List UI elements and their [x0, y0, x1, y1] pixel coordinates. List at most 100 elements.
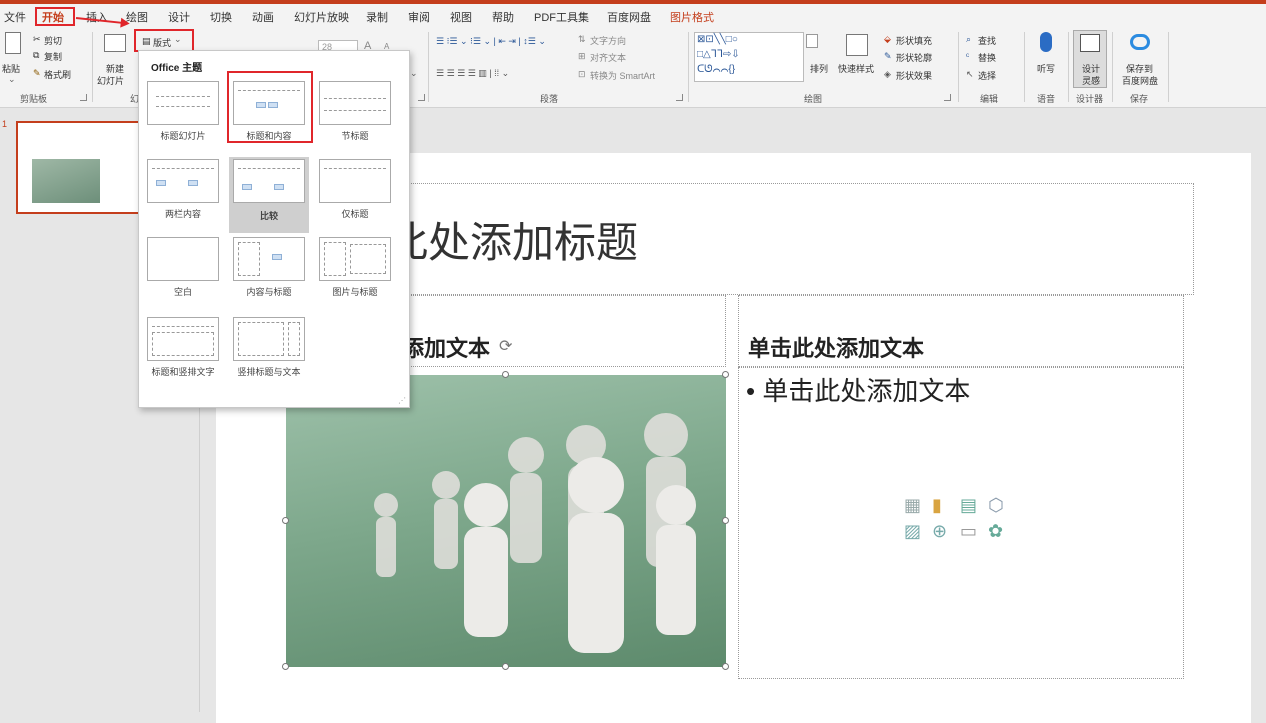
right-heading-text[interactable]: 单击此处添加文本 [748, 331, 924, 363]
people-picture[interactable] [286, 375, 726, 667]
layout-thumb [147, 317, 219, 361]
shape-effects-button[interactable]: 形状效果 [896, 69, 932, 82]
tab-record[interactable]: 录制 [366, 9, 388, 25]
separator [1168, 32, 1169, 102]
layout-option-blank-label: 空白 [173, 287, 192, 297]
tab-insert[interactable]: 插入 [86, 9, 108, 25]
tab-animations[interactable]: 动画 [252, 9, 274, 25]
tab-design[interactable]: 设计 [168, 9, 190, 25]
insert-smartart-icon[interactable]: ▤ [960, 495, 977, 516]
shapes-row3-icons[interactable]: ᑕᘎ⌒⌒{} [697, 64, 735, 75]
insert-picture-icon[interactable]: ▨ [904, 521, 921, 542]
text-direction-button[interactable]: 文字方向 [590, 34, 626, 47]
dictate-button[interactable]: 听写 [1037, 62, 1055, 75]
layout-thumb [233, 317, 305, 361]
insert-online-picture-icon[interactable]: ⊕ [932, 521, 947, 542]
shapes-row1-icons[interactable]: ⊠⊡╲╲□○ [697, 34, 738, 45]
copy-button[interactable]: 复制 [44, 50, 62, 63]
resize-handle-bottom-left[interactable] [282, 663, 289, 670]
paragraph-group-label: 段落 [540, 94, 559, 104]
layout-option-picture-with-caption[interactable] [315, 235, 395, 285]
slide-thumbnail[interactable] [16, 121, 144, 214]
quick-styles-button[interactable]: 快速样式 [838, 62, 874, 75]
layout-option-two-content[interactable] [143, 157, 223, 207]
tab-baidu-pan[interactable]: 百度网盘 [607, 9, 651, 25]
tab-view[interactable]: 视图 [450, 9, 472, 25]
tab-picture-format[interactable]: 图片格式 [670, 9, 714, 25]
paragraph-launcher-icon[interactable] [676, 94, 683, 101]
shape-outline-button[interactable]: 形状轮廓 [896, 51, 932, 64]
resize-handle-top-right[interactable] [722, 371, 729, 378]
bullets-icon[interactable]: ☰ ⁝☰ ⌄ ⁝☰ ⌄ | ⇤ ⇥ | ↕☰ ⌄ [436, 36, 546, 47]
save-group-label: 保存 [1130, 94, 1149, 104]
resize-handle-top[interactable] [502, 371, 509, 378]
dashed-box [288, 322, 300, 356]
layout-option-title-vertical-text-label: 标题和竖排文字 [151, 367, 215, 377]
resize-handle-bottom[interactable] [502, 663, 509, 670]
new-slide-button-line2[interactable]: 幻灯片 [97, 74, 124, 87]
drawing-launcher-icon[interactable] [944, 94, 951, 101]
insert-3d-model-icon[interactable]: ⬡ [988, 495, 1004, 516]
menu-resize-grip-icon[interactable]: ⋰ [398, 396, 406, 405]
format-painter-icon: ✎ [33, 68, 41, 78]
layout-thumb [233, 237, 305, 281]
tab-review[interactable]: 审阅 [408, 9, 430, 25]
tab-transitions[interactable]: 切换 [210, 9, 232, 25]
clipboard-group-label: 剪贴板 [20, 94, 48, 104]
save-to-button-line2[interactable]: 百度网盘 [1122, 74, 1158, 87]
resize-handle-bottom-right[interactable] [722, 663, 729, 670]
select-button[interactable]: 选择 [978, 69, 996, 82]
arrange-button[interactable]: 排列 [810, 62, 828, 75]
new-slide-icon[interactable] [104, 34, 126, 52]
tab-slideshow[interactable]: 幻灯片放映 [294, 9, 349, 25]
layout-option-content-with-caption[interactable] [229, 235, 309, 285]
layout-option-title-vertical-text[interactable] [143, 315, 223, 365]
align-icons[interactable]: ☰ ☰ ☰ ☰ ▥ | ⁞⁞ ⌄ [436, 68, 509, 79]
quick-styles-icon[interactable] [846, 34, 868, 56]
people-figures [374, 413, 696, 653]
mini-icon [156, 180, 166, 186]
align-text-icon: ⊞ [578, 51, 586, 61]
slide-title[interactable]: 此处添加标题 [386, 209, 638, 270]
arrange-icon[interactable] [806, 34, 818, 48]
insert-video-icon[interactable]: ▭ [960, 521, 977, 542]
shape-fill-button[interactable]: 形状填充 [896, 34, 932, 47]
left-heading-text[interactable]: 添加文本 [402, 331, 490, 363]
shapes-row2-icons[interactable]: □△ᒣᒣ⇨⇩ [697, 49, 740, 60]
rotate-handle-icon[interactable]: ⟳ [499, 336, 512, 356]
resize-handle-left[interactable] [282, 517, 289, 524]
slide-number: 1 [2, 119, 8, 129]
resize-handle-right[interactable] [722, 517, 729, 524]
tab-file[interactable]: 文件 [4, 9, 26, 25]
layout-option-picture-with-caption-label: 图片与标题 [332, 287, 378, 297]
thumbnail-picture [32, 159, 100, 203]
tab-pdf-tools[interactable]: PDF工具集 [534, 9, 589, 25]
layout-option-vertical-title-text[interactable] [229, 315, 309, 365]
layout-option-section-header-label: 节标题 [341, 131, 369, 141]
format-painter-button[interactable]: 格式刷 [44, 68, 71, 81]
layout-thumb [319, 81, 391, 125]
paste-dropdown-icon[interactable]: ⌄ [8, 74, 16, 85]
layout-option-blank[interactable] [143, 235, 223, 285]
clipboard-launcher-icon[interactable] [80, 94, 87, 101]
baidu-pan-icon[interactable] [1130, 34, 1150, 50]
insert-table-icon[interactable]: ▦ [904, 495, 921, 516]
cut-button[interactable]: 剪切 [44, 34, 62, 47]
insert-chart-icon[interactable]: ▮ [932, 495, 942, 516]
align-text-button[interactable]: 对齐文本 [590, 51, 626, 64]
dashed-line [324, 110, 386, 111]
font-launcher-icon[interactable] [418, 94, 425, 101]
replace-button[interactable]: 替换 [978, 51, 996, 64]
layout-dropdown-menu: Office 主题 标题幻灯片 标题和内容 节标题 两栏内容 比较 仅标题 空白… [138, 50, 410, 408]
dashed-box [152, 332, 214, 356]
right-bullet-text[interactable]: • 单击此处添加文本 [746, 371, 970, 408]
find-button[interactable]: 查找 [978, 34, 996, 47]
layout-option-title-only[interactable] [315, 157, 395, 207]
microphone-icon[interactable] [1040, 32, 1052, 52]
tab-help[interactable]: 帮助 [492, 9, 514, 25]
layout-option-title-slide[interactable] [143, 79, 223, 129]
insert-icons-icon[interactable]: ✿ [988, 521, 1003, 542]
smartart-button[interactable]: 转换为 SmartArt [590, 69, 655, 82]
paste-icon[interactable] [5, 32, 21, 54]
layout-option-section-header[interactable] [315, 79, 395, 129]
